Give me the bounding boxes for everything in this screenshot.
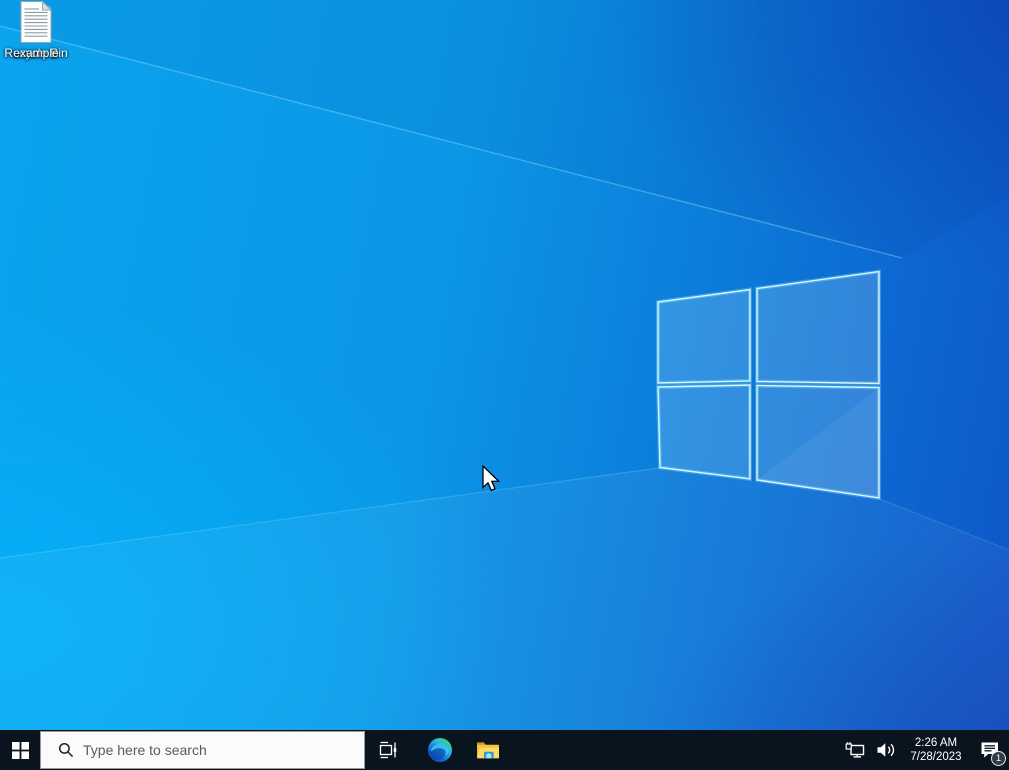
system-tray: 2:26 AM 7/28/2023 1	[841, 730, 1009, 770]
taskbar-search[interactable]	[40, 731, 365, 769]
wallpaper-light-rays-and-windows-logo	[0, 0, 1009, 770]
speaker-volume-icon	[877, 743, 894, 757]
search-icon	[58, 742, 74, 758]
network-tray-button[interactable]	[841, 730, 871, 770]
clock-time: 2:26 AM	[914, 737, 958, 749]
ethernet-network-icon	[845, 742, 864, 758]
start-windows-icon	[11, 741, 29, 759]
notification-badge: 1	[991, 751, 1006, 766]
edge-icon	[428, 738, 452, 762]
example-label: example	[13, 46, 59, 60]
volume-tray-button[interactable]	[871, 730, 901, 770]
mouse-cursor	[482, 465, 501, 492]
taskbar-clock[interactable]: 2:26 AM 7/28/2023	[904, 736, 968, 764]
windows-logo-glow	[655, 269, 881, 501]
taskbar: 2:26 AM 7/28/2023 1	[0, 730, 1009, 770]
edge-button[interactable]	[420, 730, 460, 770]
task-view-icon	[379, 741, 397, 759]
search-input[interactable]	[83, 742, 333, 758]
action-center-button[interactable]: 1	[971, 730, 1009, 770]
windows-logo-icon	[657, 270, 880, 499]
desktop-icon-example[interactable]: example	[0, 0, 72, 62]
task-view-button[interactable]	[368, 730, 408, 770]
document-icon	[20, 0, 53, 43]
clock-date: 7/28/2023	[910, 751, 962, 763]
file-explorer-button[interactable]	[468, 730, 508, 770]
desktop-wallpaper: Recycle Bin example	[0, 0, 1009, 770]
start-button[interactable]	[0, 730, 40, 770]
file-explorer-folder-icon	[477, 742, 499, 759]
